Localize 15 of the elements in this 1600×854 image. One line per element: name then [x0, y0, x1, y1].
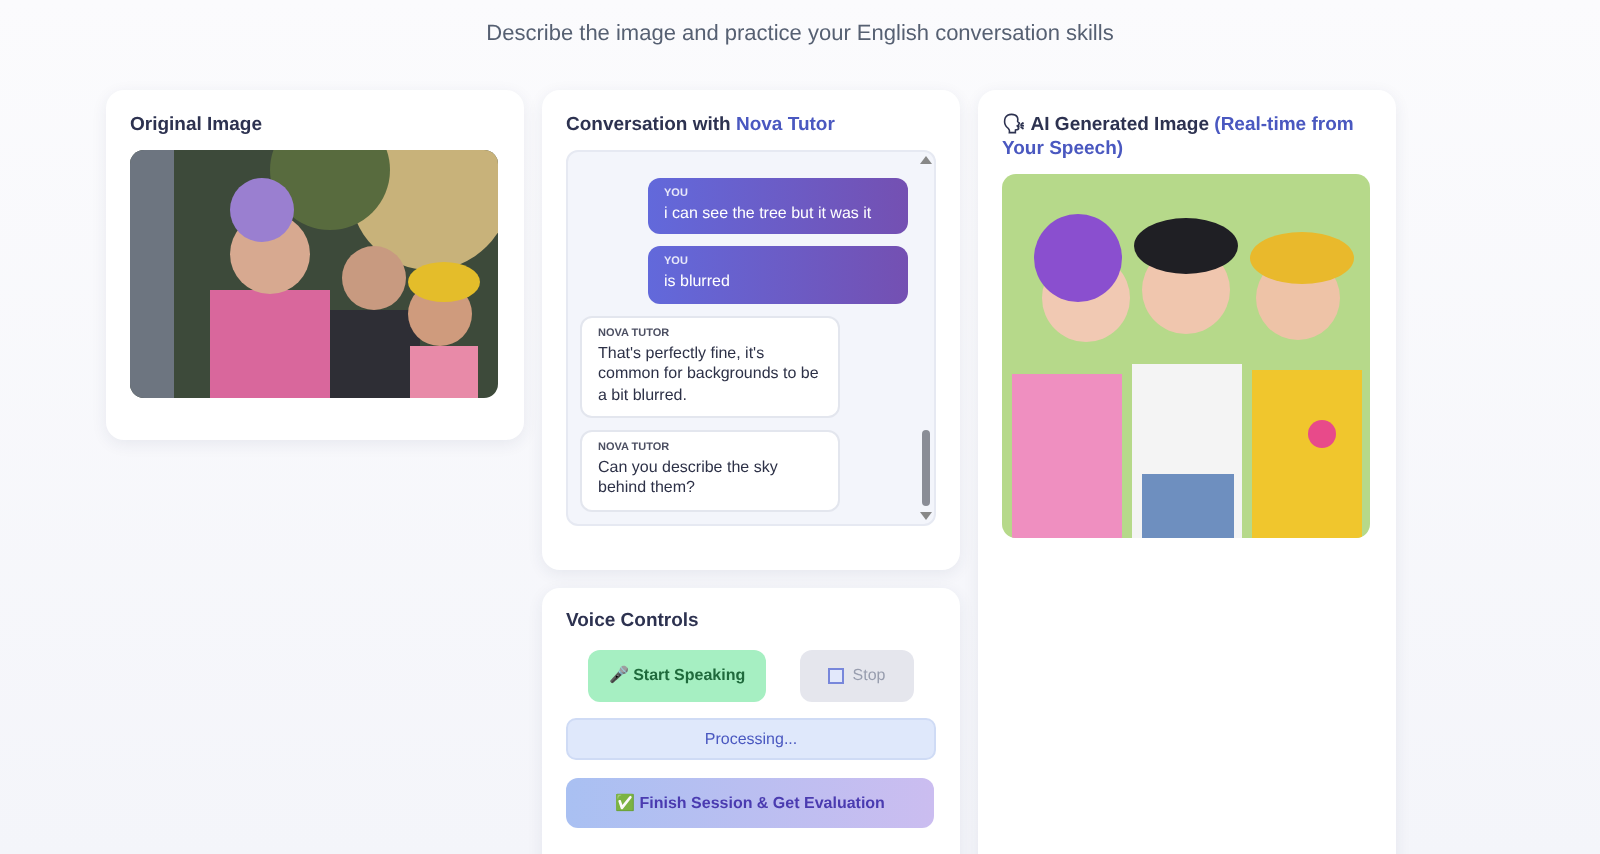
scroll-down-icon[interactable]	[919, 511, 931, 520]
message-text: Can you describe the sky behind them?	[598, 458, 780, 500]
message-text: is blurred	[664, 272, 732, 294]
card-title: Original Image	[130, 114, 264, 138]
finish-session-button[interactable]: ✅ Finish Session & Get Evaluation	[566, 777, 934, 828]
card-title: Conversation with Nova Tutor	[566, 114, 837, 138]
page-subtitle: Describe the image and practice your English conversation skills	[484, 20, 1116, 46]
scroll-up-icon[interactable]	[919, 155, 931, 164]
start-speaking-button[interactable]: 🎤 Start Speaking	[588, 649, 766, 702]
status-bar: Processing...	[566, 717, 936, 760]
scrollbar-thumb[interactable]	[921, 429, 929, 506]
card-title: Voice Controls	[566, 610, 701, 634]
message-text: That's perfectly fine, it's common for backgrounds to be a bit blurred.	[598, 343, 821, 406]
message-text: i can see the tree but it was it	[664, 203, 874, 225]
card-title: 🗣 AI Generated Image (Real-time from Your Speech)	[1002, 114, 1356, 162]
